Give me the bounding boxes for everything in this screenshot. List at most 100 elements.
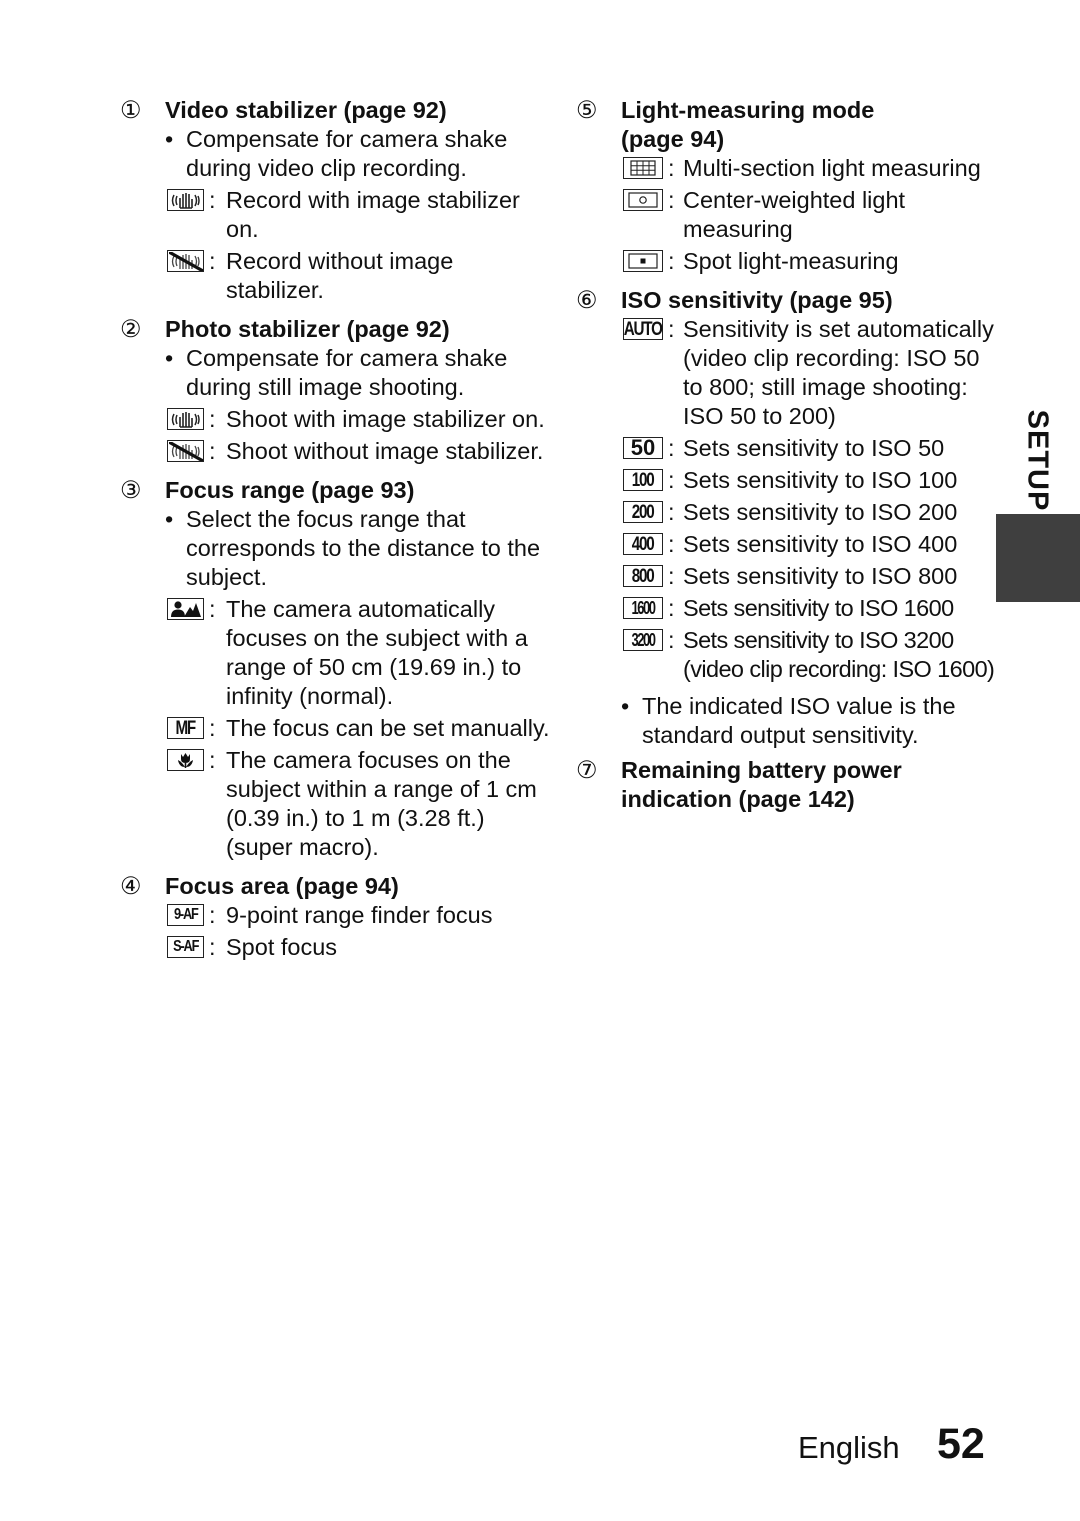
iso-200-icon: 200 [623,501,663,523]
option-text: Sets sensitivity to ISO 400 [683,531,958,557]
option-item: 50 : Sets sensitivity to ISO 50 [576,434,996,463]
normal-focus-icon [167,598,204,620]
bullet-dot: • [165,506,174,532]
manual-focus-icon: MF [167,717,204,739]
right-column: ⑤ Light-measuring mode (page 94) : Multi… [576,96,996,814]
spot-af-icon: S-AF [167,936,204,958]
option-text: The focus can be set manually. [226,715,550,741]
stabilizer-off-icon [167,250,204,272]
heading-text: Photo stabilizer (page 92) [165,316,450,342]
nine-point-af-icon: 9-AF [167,904,204,926]
multi-section-metering-icon [623,157,663,179]
iso-400-icon: 400 [623,533,663,555]
option-text: Sets sensitivity to ISO 800 [683,563,958,589]
option-item: : Shoot without image stabilizer. [120,437,550,466]
footer-language: English [798,1430,900,1465]
option-text: Sensitivity is set automatically (video … [683,316,994,429]
bullet-point: • Compensate for camera shake during vid… [120,125,550,183]
section-focus-area: ④ Focus area (page 94) 9-AF : 9-point ra… [120,872,550,962]
iso-50-icon: 50 [623,437,663,459]
option-text: Spot focus [226,934,338,960]
section-video-stabilizer: ① Video stabilizer (page 92) • Compensat… [120,96,550,305]
iso-800-icon: 800 [623,565,663,587]
setup-tab-marker [996,514,1080,602]
section-light-measuring: ⑤ Light-measuring mode (page 94) : Multi… [576,96,996,276]
option-item: : Center-weighted light measuring [576,186,996,244]
bullet-point: • Select the focus range that correspond… [120,505,550,592]
heading-text: Light-measuring mode (page 94) [621,97,875,152]
heading-text: Video stabilizer (page 92) [165,97,447,123]
option-item: : Shoot with image stabilizer on. [120,405,550,434]
bullet-dot: • [165,345,174,371]
section-photo-stabilizer: ② Photo stabilizer (page 92) • Compensat… [120,315,550,466]
option-item: : Record without image stabilizer. [120,247,550,305]
option-text: Sets sensitivity to ISO 50 [683,435,945,461]
circled-number: ③ [120,477,142,504]
stabilizer-off-icon [167,440,204,462]
iso-3200-icon: 3200 [623,629,663,651]
heading-text: Focus range (page 93) [165,477,415,503]
section-heading: ⑦ Remaining battery power indication (pa… [576,756,996,814]
option-text: Multi-section light measuring [683,155,981,181]
circled-number: ⑥ [576,287,598,314]
option-item: 9-AF : 9-point range finder focus [120,901,550,930]
option-text: Record without image stabilizer. [226,248,454,303]
bullet-dot: • [621,693,630,719]
option-text: Sets sensitivity to ISO 3200 (video clip… [683,627,995,682]
circled-number: ④ [120,873,142,900]
section-focus-range: ③ Focus range (page 93) • Select the foc… [120,476,550,862]
option-text: Center-weighted light measuring [683,187,906,242]
option-text: Spot light-measuring [683,248,899,274]
option-item: MF : The focus can be set manually. [120,714,550,743]
heading-text: Focus area (page 94) [165,873,399,899]
bullet-text: Compensate for camera shake during video… [186,126,508,181]
bullet-point: • Compensate for camera shake during sti… [120,344,550,402]
spot-metering-icon [623,250,663,272]
center-weighted-metering-icon [623,189,663,211]
option-text: Sets sensitivity to ISO 1600 [683,595,954,621]
option-item: : The camera automatically focuses on th… [120,595,550,711]
bullet-point: • The indicated ISO value is the standar… [576,692,996,750]
bullet-text: Compensate for camera shake during still… [186,345,508,400]
section-heading: ④ Focus area (page 94) [120,872,550,901]
option-text: Record with image stabilizer on. [226,187,520,242]
section-battery-indication: ⑦ Remaining battery power indication (pa… [576,756,996,814]
circled-number: ⑤ [576,97,598,124]
section-heading: ⑥ ISO sensitivity (page 95) [576,286,996,315]
option-item: : Record with image stabilizer on. [120,186,550,244]
bullet-text: The indicated ISO value is the standard … [642,693,956,748]
stabilizer-on-icon [167,189,204,211]
super-macro-icon [167,749,204,771]
stabilizer-on-icon [167,408,204,430]
option-text: Sets sensitivity to ISO 100 [683,467,958,493]
option-text: 9-point range finder focus [226,902,493,928]
circled-number: ② [120,316,142,343]
circled-number: ① [120,97,142,124]
page-number: 52 [937,1420,985,1468]
option-item: : Multi-section light measuring [576,154,996,183]
heading-text: Remaining battery power indication (page… [621,757,902,812]
section-iso-sensitivity: ⑥ ISO sensitivity (page 95) AUTO : Sensi… [576,286,996,750]
left-column: ① Video stabilizer (page 92) • Compensat… [120,96,550,962]
section-heading: ⑤ Light-measuring mode (page 94) [576,96,996,154]
section-heading: ① Video stabilizer (page 92) [120,96,550,125]
option-item: 3200 : Sets sensitivity to ISO 3200 (vid… [576,626,996,684]
option-text: Shoot with image stabilizer on. [226,406,545,432]
option-item: 400 : Sets sensitivity to ISO 400 [576,530,996,559]
option-item: AUTO : Sensitivity is set automatically … [623,316,994,429]
iso-100-icon: 100 [623,469,663,491]
section-heading: ③ Focus range (page 93) [120,476,550,505]
option-item: : Spot light-measuring [576,247,996,276]
option-text: Sets sensitivity to ISO 200 [683,499,958,525]
option-item: 100 : Sets sensitivity to ISO 100 [576,466,996,495]
option-item: 1600 : Sets sensitivity to ISO 1600 [576,594,996,623]
iso-1600-icon: 1600 [623,597,663,619]
section-heading: ② Photo stabilizer (page 92) [120,315,550,344]
bullet-dot: • [165,126,174,152]
option-item: : The camera focuses on the subject with… [120,746,550,862]
option-item: 200 : Sets sensitivity to ISO 200 [576,498,996,527]
bullet-text: Select the focus range that corresponds … [186,506,541,590]
option-text: The camera automatically focuses on the … [226,596,528,709]
iso-auto-icon: AUTO [623,318,663,340]
option-text: The camera focuses on the subject within… [226,747,537,860]
